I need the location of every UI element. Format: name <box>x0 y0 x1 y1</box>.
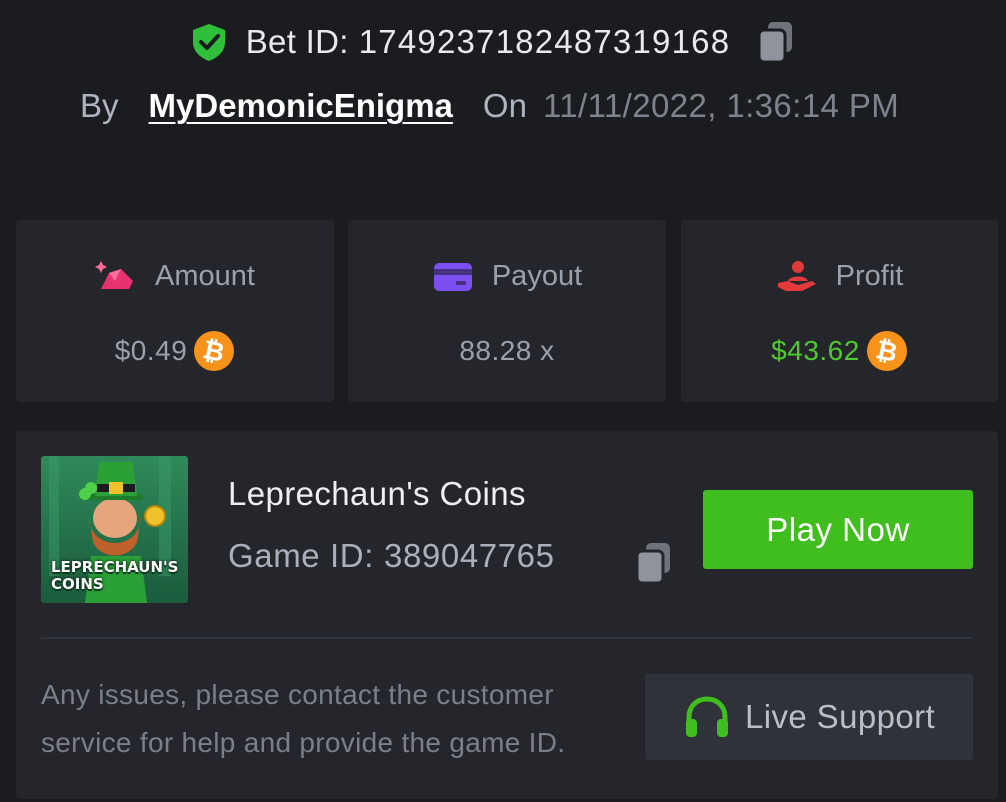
play-now-button[interactable]: Play Now <box>703 490 973 569</box>
bet-timestamp: 11/11/2022, 1:36:14 PM <box>542 87 900 124</box>
by-label: By <box>80 87 119 124</box>
bitcoin-icon: ₿ <box>866 331 907 371</box>
profit-hand-icon <box>777 261 816 291</box>
game-name: Leprechaun's Coins <box>228 475 526 512</box>
payout-label: Payout <box>491 259 583 292</box>
live-support-label: Live Support <box>744 698 936 735</box>
copy-game-id-icon[interactable] <box>634 541 674 585</box>
copy-bet-id-icon[interactable] <box>756 20 796 64</box>
thumbnail-title: LEPRECHAUN'S COINS <box>51 558 179 593</box>
bet-id-value: 174923718248731916​8 <box>358 23 731 60</box>
game-id-row: Game ID: 389047765 <box>228 537 555 575</box>
profit-value-row: $43.62 ₿ <box>681 328 998 374</box>
game-thumbnail[interactable]: LEPRECHAUN'S COINS <box>41 456 188 603</box>
profit-label: Profit <box>835 259 904 292</box>
bet-meta-row: By MyDemonicEnigma On 11/11/2022, 1:36:1… <box>80 84 899 128</box>
bet-id-row: Bet ID: 174923718248731916​8 <box>0 20 1006 64</box>
bitcoin-icon: ₿ <box>194 331 235 371</box>
payout-card: Payout 88.28 x <box>348 220 666 402</box>
credit-card-icon <box>433 263 472 291</box>
amount-value: $0.49 <box>114 335 188 366</box>
bet-id-label: Bet ID: <box>245 23 349 60</box>
payout-value-row: 88.28 x <box>348 328 666 374</box>
profit-value: $43.62 <box>771 335 860 366</box>
live-support-button[interactable]: Live Support <box>645 674 973 760</box>
payout-value: 88.28 x <box>459 335 555 366</box>
game-id-value: 389047765 <box>384 537 555 574</box>
headset-icon <box>685 696 728 737</box>
support-notice: Any issues, please contact the customer … <box>41 679 566 758</box>
game-id-label: Game ID: <box>228 537 375 574</box>
amount-value-row: $0.49 ₿ <box>16 328 334 374</box>
shield-check-icon <box>192 24 225 61</box>
amount-card: Amount $0.49 ₿ <box>16 220 334 402</box>
money-bag-icon <box>95 261 134 289</box>
game-panel: LEPRECHAUN'S COINS Leprechaun's Coins Ga… <box>16 431 998 799</box>
on-label: On <box>482 87 527 124</box>
bet-details-page: Bet ID: 174923718248731916​8 By MyDemoni… <box>0 0 1006 802</box>
amount-label: Amount <box>155 259 255 292</box>
profit-card: Profit $43.62 ₿ <box>681 220 998 402</box>
divider <box>41 637 973 639</box>
username-link[interactable]: MyDemonicEnigma <box>149 87 453 125</box>
